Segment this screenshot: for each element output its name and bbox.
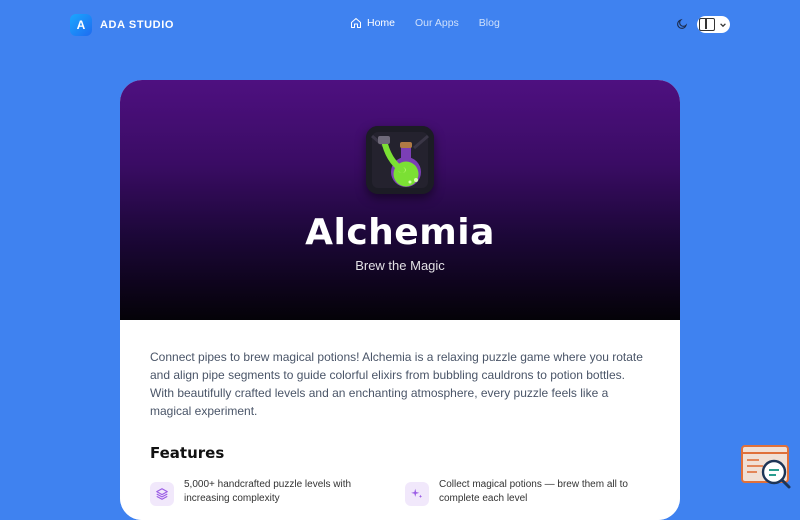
nav-item-home-label: Home	[367, 17, 396, 29]
layers-icon	[150, 482, 174, 506]
device-icon	[699, 18, 715, 31]
app-description: Connect pipes to brew magical potions! A…	[150, 350, 643, 418]
feature-item: 5,000+ handcrafted puzzle levels with in…	[150, 476, 390, 516]
nav-item-blog[interactable]: Blog	[479, 17, 500, 29]
brand-name: ADA STUDIO	[100, 19, 175, 31]
potion-icon	[366, 126, 434, 194]
brand-mark-icon: A	[70, 14, 92, 36]
feature-item: Collect magical potions — brew them all …	[405, 476, 645, 516]
app-details: Connect pipes to brew magical potions! A…	[120, 320, 680, 520]
nav-item-home[interactable]: Home	[350, 17, 395, 29]
brand-logo[interactable]: A ADA STUDIO	[70, 14, 174, 36]
sparkles-icon	[405, 482, 429, 506]
home-icon	[351, 18, 361, 28]
chevron-down-icon	[720, 22, 726, 27]
app-title: Alchemia	[305, 212, 495, 253]
app-tagline: Brew the Magic	[355, 258, 445, 273]
feature-text: Collect magical potions — brew them all …	[439, 479, 628, 504]
app-hero: Alchemia Brew the Magic	[120, 80, 680, 320]
nav-item-our-apps[interactable]: Our Apps	[415, 17, 459, 29]
device-selector[interactable]	[697, 16, 730, 33]
top-bar: A ADA STUDIO Home Our Apps Blog	[0, 0, 800, 50]
nav-item-our-apps-label: Our Apps	[415, 17, 459, 29]
app-card: Alchemia Brew the Magic Connect pipes to…	[120, 80, 680, 520]
moon-icon[interactable]	[676, 18, 688, 30]
feature-text: 5,000+ handcrafted puzzle levels with in…	[184, 479, 352, 504]
main-nav: Home Our Apps Blog	[350, 17, 500, 29]
nav-item-blog-label: Blog	[478, 17, 500, 29]
help-chat-icon[interactable]	[741, 444, 793, 490]
features-heading: Features	[150, 444, 225, 462]
